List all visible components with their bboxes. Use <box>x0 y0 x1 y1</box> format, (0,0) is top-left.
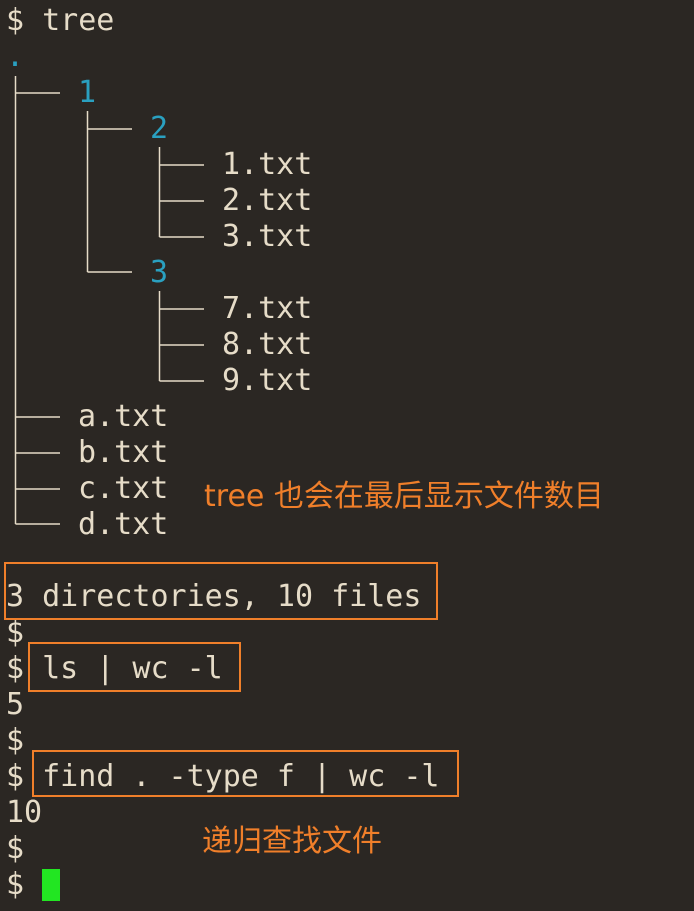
prompt-symbol: $ <box>6 651 25 686</box>
tree-branch-dir1 <box>86 111 132 273</box>
tree-root: . <box>6 39 25 74</box>
command-text: tree <box>42 3 115 38</box>
tree-file-9: 9.txt <box>222 363 313 398</box>
tree-file-7: 7.txt <box>222 291 313 326</box>
tree-dir-3: 3 <box>150 255 169 290</box>
terminal-cursor <box>42 869 60 901</box>
tree-file-a: a.txt <box>78 399 169 434</box>
highlight-box-summary <box>4 562 438 620</box>
tree-file-3: 3.txt <box>222 219 313 254</box>
tree-file-b: b.txt <box>78 435 169 470</box>
annotation-find-note: 递归查找文件 <box>202 824 382 859</box>
prompt-symbol: $ <box>6 3 25 38</box>
highlight-box-ls <box>28 642 241 692</box>
highlight-box-find <box>32 750 459 797</box>
prompt-line-empty-2: $ <box>6 723 25 758</box>
tree-file-2: 2.txt <box>222 183 313 218</box>
terminal-window[interactable]: $ tree . 1 2 1.txt 2.txt 3.txt 3 7.txt 8… <box>0 0 694 911</box>
tree-file-8: 8.txt <box>222 327 313 362</box>
tree-file-1: 1.txt <box>222 147 313 182</box>
prompt-line-current[interactable]: $ <box>6 867 24 903</box>
tree-branch-dir3 <box>158 291 204 382</box>
tree-file-c: c.txt <box>78 471 169 506</box>
prompt-line-empty-1: $ <box>6 615 25 650</box>
find-output: 10 <box>6 795 43 830</box>
ls-output: 5 <box>6 687 25 722</box>
tree-file-d: d.txt <box>78 507 169 542</box>
tree-dir-1: 1 <box>78 75 97 110</box>
tree-branch-root <box>14 76 60 525</box>
prompt-line-tree: $ tree <box>6 3 114 39</box>
tree-dir-2: 2 <box>150 111 169 146</box>
tree-branch-dir2 <box>158 147 204 238</box>
prompt-line-empty-3: $ <box>6 831 25 866</box>
prompt-symbol: $ <box>6 759 25 794</box>
annotation-tree-note: tree 也会在最后显示文件数目 <box>204 479 604 514</box>
